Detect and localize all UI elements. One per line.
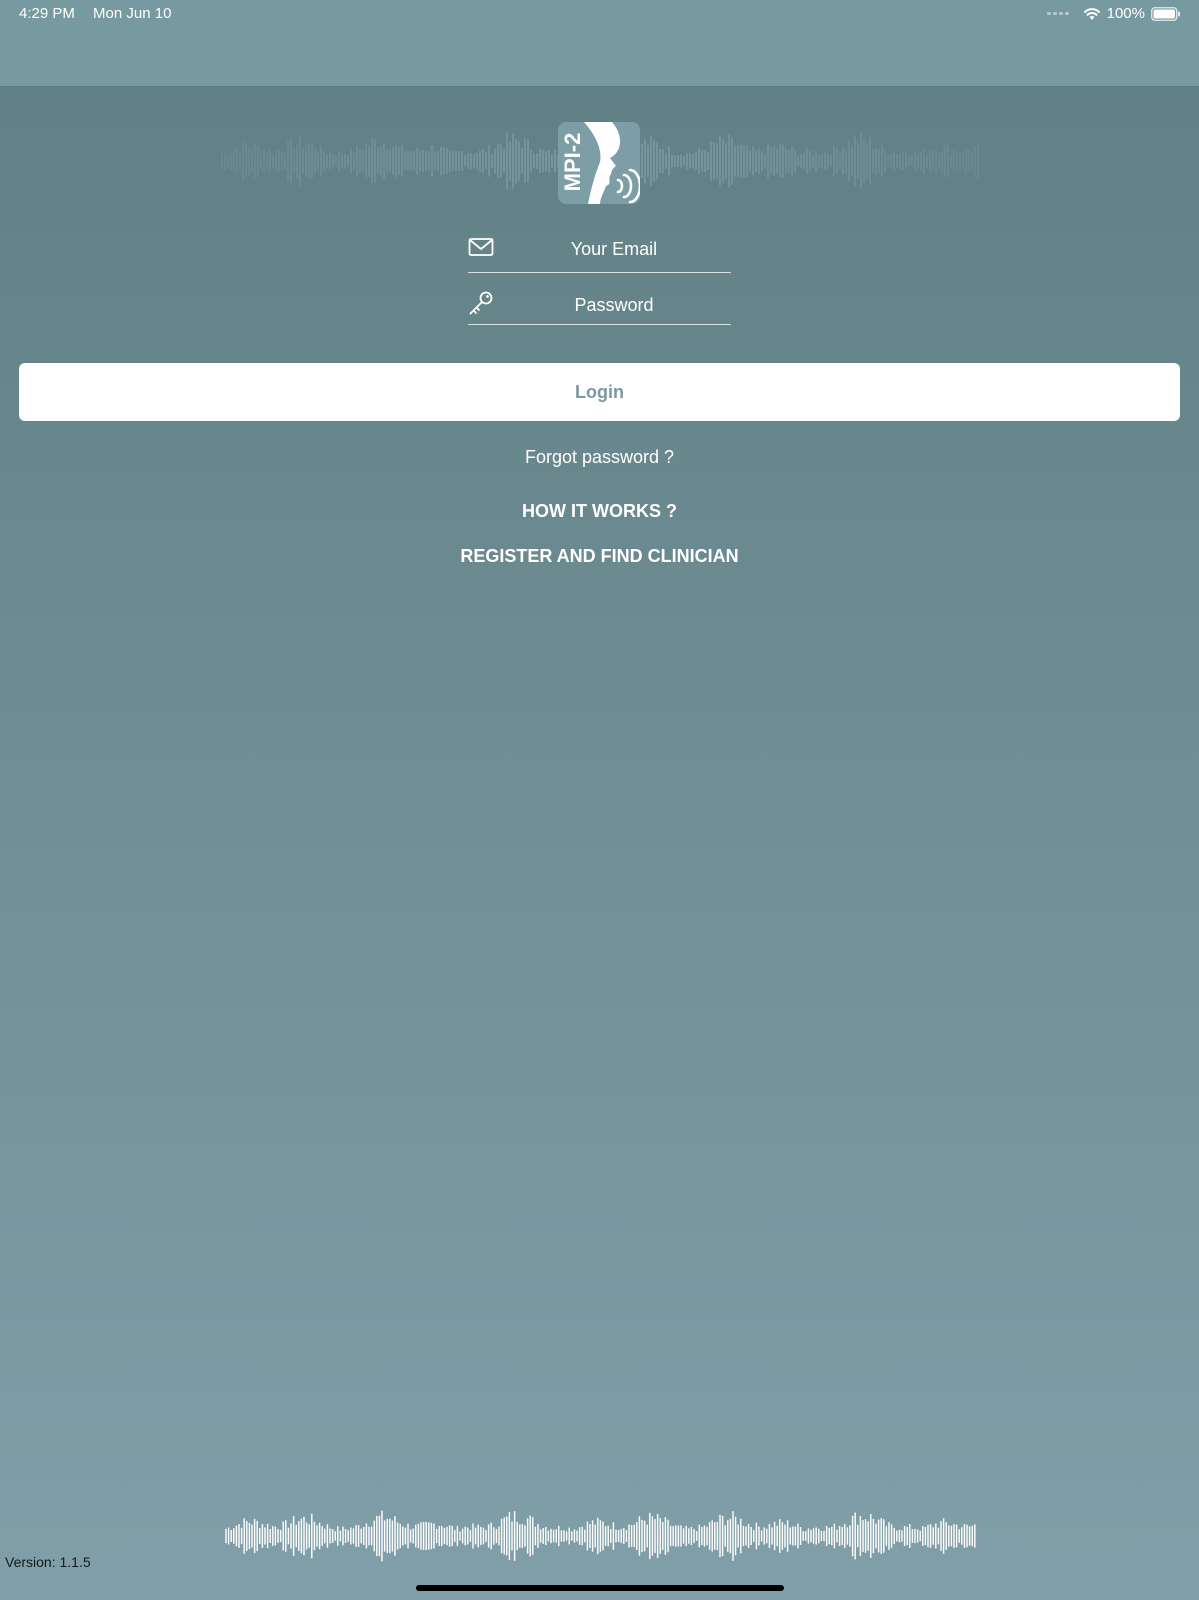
email-input[interactable]: [498, 231, 730, 267]
status-bar-left: 4:29 PM Mon Jun 10: [19, 5, 185, 22]
email-field-container: [468, 226, 731, 273]
register-find-clinician-link[interactable]: REGISTER AND FIND CLINICIAN: [0, 546, 1199, 567]
how-it-works-link[interactable]: HOW IT WORKS ?: [0, 501, 1199, 522]
cellular-signal-icon: [1046, 12, 1069, 15]
password-field-container: [468, 284, 731, 325]
version-label: Version: 1.1.5: [5, 1554, 91, 1570]
envelope-icon: [468, 238, 494, 256]
status-time: 4:29 PM: [19, 5, 75, 22]
logo-text: MPI-2: [560, 133, 585, 192]
home-indicator: [416, 1585, 784, 1591]
key-icon: [469, 291, 493, 315]
forgot-password-link[interactable]: Forgot password ?: [0, 447, 1199, 468]
status-bar-right: 100%: [1046, 5, 1181, 22]
password-input[interactable]: [498, 287, 730, 323]
logo-face-icon: MPI-2: [560, 122, 640, 204]
waveform-decoration-bottom: [225, 1510, 976, 1562]
login-button[interactable]: Login: [19, 363, 1180, 421]
top-bar: 4:29 PM Mon Jun 10 100%: [0, 0, 1199, 87]
battery-percent: 100%: [1106, 5, 1145, 22]
battery-icon: [1151, 6, 1180, 21]
app-logo: MPI-2: [558, 122, 640, 204]
status-date: Mon Jun 10: [93, 5, 172, 22]
wifi-icon: [1083, 7, 1100, 20]
